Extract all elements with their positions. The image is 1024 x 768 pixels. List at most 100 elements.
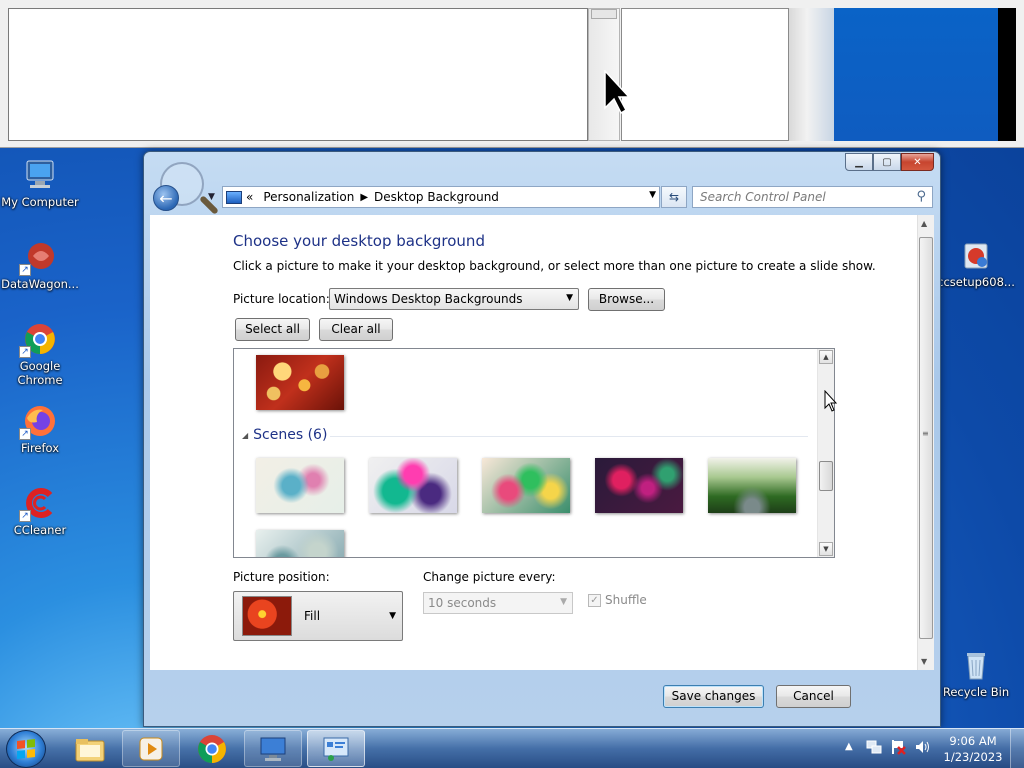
- picture-location-value: Windows Desktop Backgrounds: [334, 292, 523, 306]
- mouse-cursor-icon: [604, 70, 630, 114]
- background-window-panel: [621, 8, 789, 141]
- wallpaper-thumbnail[interactable]: [256, 530, 344, 557]
- firefox-icon: ↗: [19, 404, 57, 440]
- position-preview-image: [242, 596, 292, 636]
- tray-overflow-icon[interactable]: ▲: [845, 741, 853, 752]
- caption-buttons: ▁ ▢ ✕: [845, 153, 934, 171]
- desktop-icon-label: DataWagon...: [1, 277, 79, 291]
- control-panel-icon: [323, 737, 349, 761]
- chevron-down-icon: ▼: [560, 597, 567, 607]
- taskbar-remote-desktop[interactable]: [244, 730, 302, 767]
- gallery-scrollbar[interactable]: ▲ ▼: [817, 349, 834, 557]
- action-center-icon[interactable]: [890, 739, 906, 755]
- background-window-pane: [8, 8, 588, 141]
- scroll-grip-icon: ≡: [922, 429, 929, 438]
- clock-date: 1/23/2023: [943, 750, 1003, 764]
- scroll-down-icon[interactable]: ▼: [921, 657, 927, 666]
- background-window: [0, 0, 1024, 148]
- picture-position-value: Fill: [304, 609, 321, 623]
- save-changes-button[interactable]: Save changes: [663, 685, 764, 708]
- search-placeholder: Search Control Panel: [700, 190, 826, 204]
- desktop-icon-google-chrome[interactable]: ↗ Google Chrome: [0, 322, 80, 387]
- chevron-down-icon: ▼: [389, 611, 396, 621]
- desktop-icon-firefox[interactable]: ↗ Firefox: [0, 404, 80, 455]
- scroll-up-icon[interactable]: ▲: [921, 219, 927, 228]
- wallpaper-thumbnail[interactable]: [482, 458, 570, 513]
- desktop-icon-datawagon[interactable]: ↗ DataWagon...: [0, 240, 80, 291]
- recycle-bin-icon: [959, 648, 993, 682]
- show-desktop-button[interactable]: [1010, 729, 1024, 768]
- network-icon[interactable]: [866, 739, 882, 755]
- gallery-scroll-down-icon[interactable]: ▼: [819, 542, 833, 556]
- volume-icon[interactable]: [914, 739, 930, 755]
- recent-pages-dropdown[interactable]: ▼: [208, 192, 215, 202]
- breadcrumb-desktop-background[interactable]: Desktop Background: [374, 190, 499, 204]
- wallpaper-thumbnail[interactable]: [256, 458, 344, 513]
- collapse-triangle-icon[interactable]: ◢: [242, 431, 248, 440]
- datawagon-icon: ↗: [19, 240, 57, 276]
- wallpaper-thumbnail[interactable]: [256, 355, 344, 410]
- change-interval-select[interactable]: 10 seconds ▼: [423, 592, 573, 614]
- select-all-button[interactable]: Select all: [235, 318, 310, 341]
- search-icon[interactable]: ⚲: [916, 189, 926, 204]
- picture-position-label: Picture position:: [233, 570, 330, 584]
- desktop-icon-label: CCleaner: [13, 523, 67, 537]
- breadcrumb-separator-icon[interactable]: ▶: [360, 192, 368, 203]
- taskbar-media-player[interactable]: [122, 730, 180, 767]
- refresh-button[interactable]: ⇆: [661, 186, 687, 208]
- search-input[interactable]: Search Control Panel ⚲: [692, 186, 933, 208]
- wallpaper-thumbnail[interactable]: [595, 458, 683, 513]
- address-dropdown-icon[interactable]: ▼: [649, 190, 656, 200]
- desktop-icon-label: My Computer: [1, 195, 79, 209]
- start-button[interactable]: [6, 730, 46, 768]
- breadcrumb-personalization[interactable]: Personalization: [263, 190, 354, 204]
- background-window-frame: [789, 8, 834, 141]
- wallpaper-thumbnail[interactable]: [369, 458, 457, 513]
- taskbar-explorer[interactable]: [61, 730, 119, 767]
- clock[interactable]: 9:06 AM 1/23/2023: [937, 733, 1009, 765]
- picture-position-select[interactable]: Fill ▼: [233, 591, 403, 641]
- gallery-scroll-thumb[interactable]: [819, 461, 833, 491]
- folder-icon: [75, 738, 105, 761]
- chrome-icon: ↗: [19, 322, 57, 358]
- group-header-scenes[interactable]: ◢ Scenes (6): [242, 427, 327, 443]
- browse-button[interactable]: Browse...: [588, 288, 665, 311]
- desktop-icon-ccleaner[interactable]: ↗ CCleaner: [0, 486, 80, 537]
- chevron-down-icon: ▼: [566, 293, 573, 303]
- cancel-button[interactable]: Cancel: [776, 685, 851, 708]
- picture-gallery[interactable]: ◢ Scenes (6) ▲ ▼: [233, 348, 835, 558]
- desktop-icon-recycle-bin[interactable]: Recycle Bin: [936, 648, 1016, 699]
- maximize-button[interactable]: ▢: [873, 153, 901, 171]
- desktop-icon-my-computer[interactable]: My Computer: [0, 158, 80, 209]
- picture-location-select[interactable]: Windows Desktop Backgrounds ▼: [329, 288, 579, 310]
- control-panel-icon: [226, 190, 242, 204]
- group-divider: [330, 436, 808, 437]
- breadcrumb-prefix[interactable]: «: [246, 190, 253, 204]
- change-interval-value: 10 seconds: [428, 596, 497, 610]
- desktop-background-window: ▁ ▢ ✕ ← ▼ « Personalization ▶ Desktop Ba…: [143, 151, 941, 727]
- scroll-thumb[interactable]: [919, 237, 933, 639]
- content-scrollbar[interactable]: ▲ ≡ ▼: [917, 215, 934, 670]
- computer-icon: [23, 158, 57, 192]
- desktop-icon-label: ccsetup608...: [937, 275, 1015, 289]
- shuffle-label[interactable]: Shuffle: [605, 593, 647, 607]
- ccleaner-icon: ↗: [19, 486, 57, 522]
- remote-desktop-icon: [260, 737, 286, 761]
- back-button[interactable]: ←: [153, 185, 179, 211]
- group-label: Scenes (6): [253, 427, 328, 443]
- minimize-button[interactable]: ▁: [845, 153, 873, 171]
- taskbar-control-panel[interactable]: [307, 730, 365, 767]
- wallpaper-thumbnail[interactable]: [708, 458, 796, 513]
- shuffle-checkbox[interactable]: ✓: [588, 594, 601, 607]
- address-bar[interactable]: « Personalization ▶ Desktop Background ▼: [222, 186, 660, 208]
- mouse-cursor-icon: [824, 390, 838, 412]
- taskbar-chrome[interactable]: [183, 730, 241, 767]
- media-player-icon: [139, 737, 163, 760]
- close-button[interactable]: ✕: [901, 153, 934, 171]
- desktop-icon-ccsetup[interactable]: ccsetup608...: [936, 238, 1016, 289]
- change-picture-label: Change picture every:: [423, 570, 556, 584]
- picture-location-label: Picture location:: [233, 292, 330, 306]
- desktop-icon-label: Firefox: [20, 441, 60, 455]
- gallery-scroll-up-icon[interactable]: ▲: [819, 350, 833, 364]
- clear-all-button[interactable]: Clear all: [319, 318, 393, 341]
